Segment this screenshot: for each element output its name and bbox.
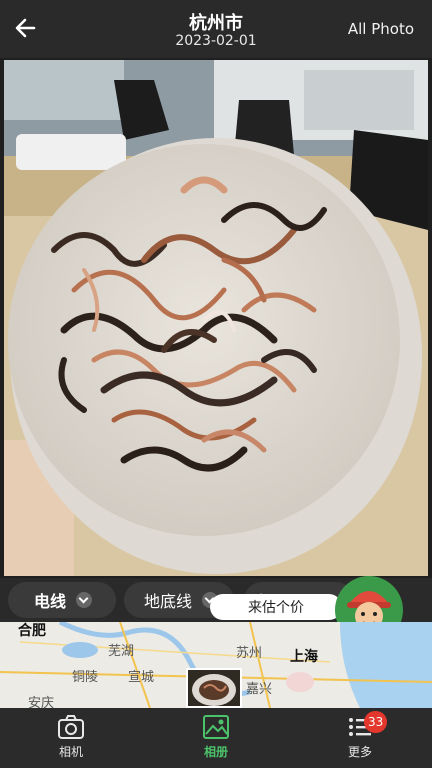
estimate-price-bubble[interactable]: 来估个价 <box>210 594 342 620</box>
map-label: 安庆 <box>28 696 55 708</box>
map-label: 合肥 <box>18 623 46 639</box>
photo-thumbnail <box>192 674 236 706</box>
map-label: 苏州 <box>236 646 263 661</box>
chip-label: 电线 <box>34 592 67 611</box>
all-photo-link[interactable]: All Photo <box>348 20 414 38</box>
nav-album-label: 相册 <box>203 745 228 759</box>
map-label: 铜陵 <box>72 670 99 685</box>
photo-location-marker[interactable] <box>186 668 242 708</box>
nav-more-label: 更多 <box>347 745 372 759</box>
chevron-down-icon <box>76 592 93 608</box>
map-label: 芜湖 <box>108 644 135 659</box>
album-icon <box>203 715 229 739</box>
map-label: 嘉兴 <box>246 682 273 697</box>
nav-camera-label: 相机 <box>58 745 83 759</box>
map-label: 上海 <box>290 649 318 665</box>
category-chip-wire[interactable]: 电线 <box>8 582 116 618</box>
top-bar: 杭州市 2023-02-01 All Photo <box>0 0 432 58</box>
nav-camera[interactable]: 相机 <box>36 714 106 764</box>
nav-album[interactable]: 相册 <box>181 714 251 764</box>
photo-view[interactable] <box>4 60 428 576</box>
notification-badge: 33 <box>364 711 388 733</box>
location-map[interactable]: 合肥 芜湖 铜陵 宣城 苏州 上海 嘉兴 安庆 <box>0 622 432 708</box>
chip-label: 地底线 <box>144 592 193 611</box>
photo-image <box>4 60 428 576</box>
camera-icon <box>58 715 84 739</box>
map-label: 宣城 <box>128 670 155 685</box>
